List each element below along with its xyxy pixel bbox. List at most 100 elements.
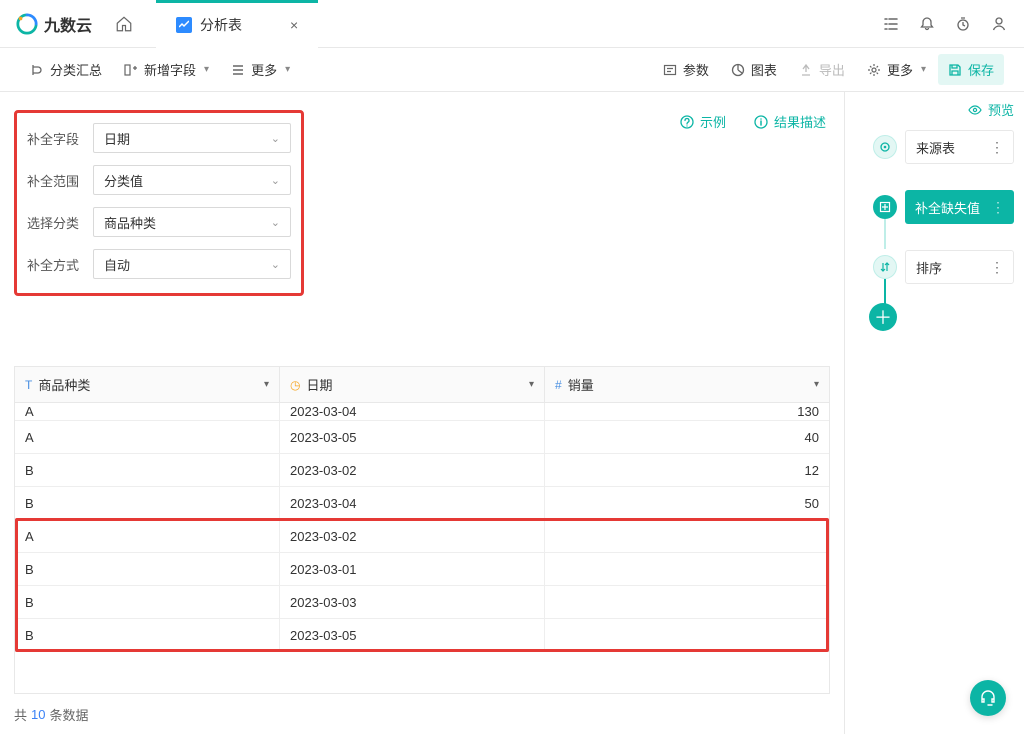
column-menu-icon[interactable]: ▾: [264, 379, 269, 390]
table-cell: [545, 520, 829, 552]
help-links: 示例 结果描述: [680, 112, 844, 131]
table-row: B2023-03-03: [15, 586, 829, 619]
config-class-value: 商品种类: [104, 213, 156, 232]
step-label: 来源表: [916, 138, 955, 157]
table-cell: A: [15, 403, 280, 420]
stopwatch-icon[interactable]: [954, 15, 972, 33]
row-count: 10: [31, 707, 45, 722]
config-class-label: 选择分类: [27, 213, 83, 232]
step-item[interactable]: 排序 ⋮: [873, 249, 1014, 285]
table-cell: A: [15, 520, 280, 552]
chart-button[interactable]: 图表: [721, 54, 787, 85]
bell-icon[interactable]: [918, 15, 936, 33]
add-field-button[interactable]: 新增字段 ▾: [114, 54, 219, 85]
table-cell: 2023-03-05: [280, 619, 545, 651]
user-icon[interactable]: [990, 15, 1008, 33]
result-desc-link[interactable]: 结果描述: [754, 112, 826, 131]
params-button[interactable]: 参数: [653, 54, 719, 85]
list-small-icon: [231, 63, 245, 77]
column-menu-icon[interactable]: ▾: [529, 379, 534, 390]
tab-analysis-sheet[interactable]: 分析表 ×: [156, 0, 318, 48]
table-cell: 2023-03-02: [280, 520, 545, 552]
home-button[interactable]: [108, 8, 140, 40]
step-menu-icon[interactable]: ⋮: [990, 259, 1005, 276]
column-header[interactable]: #销量 ▾: [545, 367, 829, 402]
table-row: B2023-03-0212: [15, 454, 829, 487]
preview-link[interactable]: 预览: [855, 100, 1014, 119]
logo-icon: [16, 13, 38, 35]
toolbar-more-left-label: 更多: [251, 60, 277, 79]
date-type-icon: ◷: [290, 378, 300, 392]
chevron-down-icon: ⌄: [271, 174, 280, 187]
list-icon[interactable]: [882, 15, 900, 33]
step-body: 补全缺失值 ⋮: [905, 190, 1014, 224]
steps-sidebar: 预览 来源表 ⋮ 补全缺失值 ⋮ 排序 ⋮ ＋: [844, 92, 1024, 734]
config-field-label: 补全字段: [27, 129, 83, 148]
table-cell: [545, 586, 829, 618]
group-summary-button[interactable]: 分类汇总: [20, 54, 112, 85]
column-header[interactable]: T 商品种类 ▾: [15, 367, 280, 402]
params-label: 参数: [683, 60, 709, 79]
table-cell: 2023-03-03: [280, 586, 545, 618]
footer-suffix: 条数据: [49, 705, 88, 724]
table-row: B2023-03-0450: [15, 487, 829, 520]
table-cell: 40: [545, 421, 829, 453]
config-method-select[interactable]: 自动 ⌄: [93, 249, 291, 279]
toolbar: 分类汇总 新增字段 ▾ 更多 ▾ 参数 图表 导出 更多 ▾ 保存: [0, 48, 1024, 92]
save-button[interactable]: 保存: [938, 54, 1004, 85]
footer-prefix: 共: [14, 705, 27, 724]
step-item[interactable]: 补全缺失值 ⋮: [873, 189, 1014, 225]
chevron-down-icon: ⌄: [271, 258, 280, 271]
column-menu-icon[interactable]: ▾: [814, 379, 819, 390]
step-label: 排序: [916, 258, 942, 277]
config-range-select[interactable]: 分类值 ⌄: [93, 165, 291, 195]
step-icon: [873, 135, 897, 159]
topbar-actions: [882, 15, 1008, 33]
result-desc-link-label: 结果描述: [774, 112, 826, 131]
chevron-down-icon: ▾: [285, 64, 290, 75]
add-field-icon: [124, 63, 138, 77]
config-field-value: 日期: [104, 129, 130, 148]
table-cell: B: [15, 454, 280, 486]
add-field-label: 新增字段: [144, 60, 196, 79]
step-menu-icon[interactable]: ⋮: [990, 139, 1005, 156]
example-link[interactable]: 示例: [680, 112, 726, 131]
toolbar-more-right-label: 更多: [887, 60, 913, 79]
tab-title: 分析表: [200, 15, 242, 35]
number-type-icon: #: [555, 378, 562, 392]
toolbar-more-right-button[interactable]: 更多 ▾: [857, 54, 936, 85]
save-label: 保存: [968, 60, 994, 79]
table-cell: 12: [545, 454, 829, 486]
column-header[interactable]: ◷ 日期 ▾: [280, 367, 545, 402]
step-body: 排序 ⋮: [905, 250, 1014, 284]
save-icon: [948, 63, 962, 77]
chevron-down-icon: ▾: [204, 64, 209, 75]
table-cell: [545, 553, 829, 585]
step-label: 补全缺失值: [915, 198, 980, 217]
config-field-select[interactable]: 日期 ⌄: [93, 123, 291, 153]
toolbar-more-left-button[interactable]: 更多 ▾: [221, 54, 300, 85]
config-class-select[interactable]: 商品种类 ⌄: [93, 207, 291, 237]
export-label: 导出: [819, 60, 845, 79]
chevron-down-icon: ▾: [921, 64, 926, 75]
export-icon: [799, 63, 813, 77]
step-icon: [873, 195, 897, 219]
text-type-icon: T: [25, 378, 32, 392]
group-summary-label: 分类汇总: [50, 60, 102, 79]
tab-close-button[interactable]: ×: [290, 17, 298, 33]
support-fab[interactable]: [970, 680, 1006, 716]
table-row: B2023-03-01: [15, 553, 829, 586]
step-item[interactable]: 来源表 ⋮: [873, 129, 1014, 165]
column-name: 商品种类: [38, 375, 90, 394]
table-header: T 商品种类 ▾ ◷ 日期 ▾ #销量 ▾: [15, 367, 829, 403]
config-range-label: 补全范围: [27, 171, 83, 190]
table-cell: B: [15, 487, 280, 519]
add-step-button[interactable]: ＋: [869, 303, 897, 331]
export-button[interactable]: 导出: [789, 54, 855, 85]
table-cell: 2023-03-05: [280, 421, 545, 453]
column-name: 日期: [306, 375, 332, 394]
help-circle-icon: [680, 115, 694, 129]
table-cell: B: [15, 586, 280, 618]
config-method-label: 补全方式: [27, 255, 83, 274]
step-menu-icon[interactable]: ⋮: [991, 199, 1006, 216]
